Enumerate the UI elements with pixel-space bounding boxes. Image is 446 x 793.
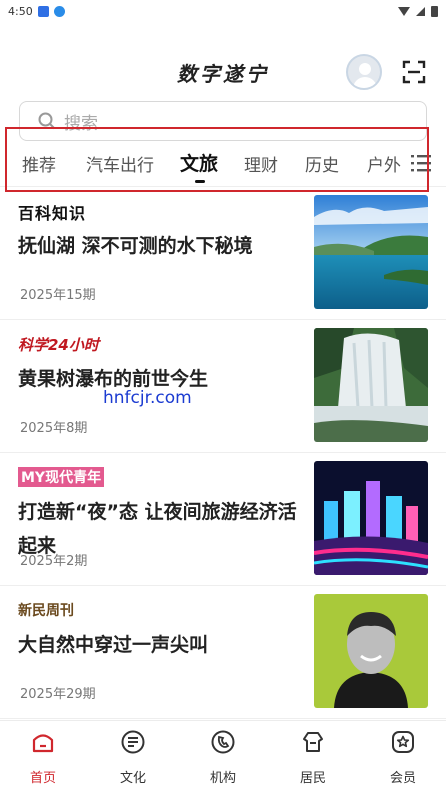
scan-icon[interactable]: [402, 60, 426, 84]
article-title: 抚仙湖 深不可测的水下秘境: [18, 235, 253, 257]
signal-icon: [416, 6, 425, 16]
avatar-head: [359, 63, 371, 75]
resident-icon: [303, 732, 323, 752]
article-card[interactable]: MY现代青年 打造新“夜”态 让夜间旅游经济活起来 2025年2期: [0, 453, 446, 586]
nav-label: 首页: [29, 771, 56, 786]
tab-recommend[interactable]: 推荐: [22, 151, 56, 176]
app-header: 数字遂宁: [0, 50, 446, 94]
download-icon: [53, 5, 65, 17]
battery-icon: [431, 5, 438, 17]
article-card[interactable]: 科学24小时 黄果树瀑布的前世今生 2025年8期: [0, 320, 446, 453]
article-card[interactable]: 百科知识 抚仙湖 深不可测的水下秘境 2025年15期: [0, 187, 446, 320]
culture-icon: [121, 730, 145, 754]
portrait-image: [314, 594, 428, 708]
article-source: 科学24小时: [18, 336, 99, 354]
avatar-body: [353, 77, 377, 88]
nav-item-resident[interactable]: 居民: [278, 729, 348, 786]
status-bar: 4:50: [0, 0, 446, 22]
nav-item-home[interactable]: 首页: [8, 729, 78, 786]
night-lights-image: [314, 461, 428, 575]
avatar[interactable]: [346, 54, 382, 90]
bottom-nav: 首页 文化 机构 居民 会员: [0, 720, 446, 793]
notification-app-icon: [37, 5, 49, 17]
tab-finance[interactable]: 理财: [244, 151, 278, 176]
nav-item-culture[interactable]: 文化: [98, 729, 168, 786]
category-tabs: 推荐 汽车出行 文旅 理财 历史 户外: [0, 138, 446, 186]
tab-outdoor[interactable]: 户外: [367, 151, 401, 176]
watermark-text: hnfcjr.com: [103, 388, 192, 408]
article-issue: 2025年15期: [20, 288, 96, 303]
nav-label: 文化: [119, 771, 146, 786]
active-tab-indicator: [195, 180, 205, 183]
nav-item-member[interactable]: 会员: [368, 729, 438, 786]
article-title: 大自然中穿过一声尖叫: [18, 634, 209, 656]
article-issue: 2025年2期: [20, 554, 88, 569]
wifi-icon: [398, 6, 410, 16]
article-issue: 2025年29期: [20, 687, 96, 702]
lake-landscape-image: [314, 195, 428, 309]
article-source: 百科知识: [18, 204, 87, 223]
article-source: MY现代青年: [18, 467, 105, 487]
tab-history[interactable]: 历史: [305, 151, 339, 176]
article-source: 新民周刊: [18, 603, 74, 619]
tab-culture-tourism[interactable]: 文旅: [180, 149, 218, 176]
waterfall-image: [314, 328, 428, 442]
nav-item-institution[interactable]: 机构: [188, 729, 258, 786]
nav-label: 会员: [389, 771, 416, 786]
search-icon: [38, 112, 56, 130]
article-issue: 2025年8期: [20, 421, 88, 436]
article-card[interactable]: 新民周刊 大自然中穿过一声尖叫 2025年29期: [0, 586, 446, 719]
nav-label: 居民: [299, 771, 326, 786]
member-icon: [392, 731, 414, 753]
status-time: 4:50: [8, 4, 33, 18]
nav-label: 机构: [209, 771, 236, 786]
institution-icon: [211, 730, 235, 754]
tab-auto-travel[interactable]: 汽车出行: [86, 151, 154, 176]
search-input[interactable]: 搜索: [19, 101, 427, 141]
home-icon: [32, 734, 54, 753]
menu-icon[interactable]: [411, 153, 431, 173]
search-placeholder: 搜索: [64, 113, 98, 134]
